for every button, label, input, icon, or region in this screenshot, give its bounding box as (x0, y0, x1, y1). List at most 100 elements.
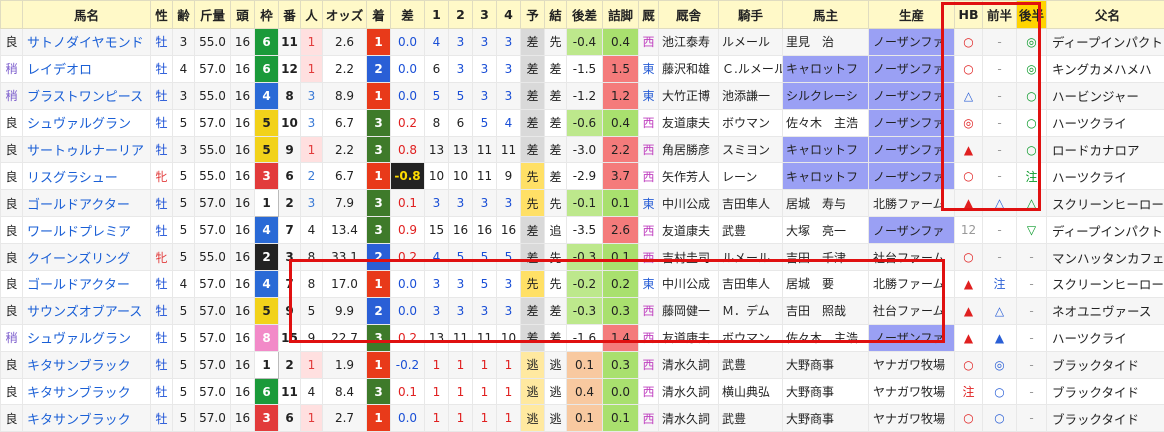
cell-late-diff: -3.5 (567, 217, 603, 244)
table-row[interactable]: 良ワールドプレミア牡557.01647413.430.915161616差追-3… (1, 217, 1164, 244)
cell-horse-name[interactable]: サトノダイヤモンド (23, 29, 151, 56)
table-row[interactable]: 稍ブラストワンピース牡355.0164838.910.05533差差-1.21.… (1, 82, 1164, 109)
cell-number: 7 (279, 271, 301, 298)
cell-horse-name[interactable]: キタサンブラック (23, 351, 151, 378)
cell-weight: 57.0 (195, 297, 231, 324)
cell-closing-speed: 0.3 (603, 297, 639, 324)
header-finish: 着 (367, 1, 391, 29)
cell-owner: 大野商事 (783, 405, 869, 432)
cell-weight: 55.0 (195, 244, 231, 271)
cell-age: 4 (173, 271, 195, 298)
cell-hb: ○ (955, 55, 983, 82)
header-corner-2: 2 (449, 1, 473, 29)
cell-second-half: - (1017, 324, 1047, 351)
cell-horse-name[interactable]: ワールドプレミア (23, 217, 151, 244)
cell-sire: ブラックタイド (1047, 405, 1164, 432)
cell-region: 西 (639, 244, 659, 271)
cell-late-diff: -0.3 (567, 297, 603, 324)
header-field-size: 頭 (231, 1, 255, 29)
cell-margin: 0.0 (391, 82, 425, 109)
cell-field-size: 16 (231, 82, 255, 109)
cell-result: 差 (545, 163, 567, 190)
cell-horse-name[interactable]: キタサンブラック (23, 378, 151, 405)
table-row[interactable]: 良ゴールドアクター牡557.0161237.930.13333先先-0.10.1… (1, 190, 1164, 217)
table-row[interactable]: 良キタサンブラック牡557.01661148.430.11111逃逃0.40.0… (1, 378, 1164, 405)
cell-corner-2: 10 (449, 163, 473, 190)
table-row[interactable]: 良サウンズオブアース牡557.0165959.920.03333差差-0.30.… (1, 297, 1164, 324)
cell-hb: ▲ (955, 297, 983, 324)
cell-horse-name[interactable]: シュヴァルグラン (23, 109, 151, 136)
cell-frame: 1 (255, 190, 279, 217)
cell-closing-speed: 0.1 (603, 244, 639, 271)
cell-result: 先 (545, 29, 567, 56)
cell-horse-name[interactable]: ブラストワンピース (23, 82, 151, 109)
cell-sex: 牡 (151, 29, 173, 56)
cell-late-diff: 0.1 (567, 351, 603, 378)
table-row[interactable]: 良サートゥルナーリア牡355.0165912.230.813131111差差-3… (1, 136, 1164, 163)
cell-jockey: レーン (719, 163, 783, 190)
cell-first-half: ○ (983, 378, 1017, 405)
cell-first-half: - (983, 163, 1017, 190)
cell-horse-name[interactable]: サートゥルナーリア (23, 136, 151, 163)
cell-horse-name[interactable]: ゴールドアクター (23, 271, 151, 298)
header-number: 番 (279, 1, 301, 29)
cell-sex: 牡 (151, 271, 173, 298)
cell-corner-2: 1 (449, 351, 473, 378)
cell-margin: 0.1 (391, 190, 425, 217)
cell-trainer: 藤沢和雄 (659, 55, 719, 82)
cell-first-half: ◎ (983, 351, 1017, 378)
cell-late-diff: -1.6 (567, 324, 603, 351)
table-row[interactable]: 良キタサンブラック牡557.0161211.91-0.21111逃逃0.10.3… (1, 351, 1164, 378)
cell-horse-name[interactable]: ゴールドアクター (23, 190, 151, 217)
cell-number: 8 (279, 82, 301, 109)
table-row[interactable]: 良クイーンズリング牝555.01623833.120.24555差先-0.30.… (1, 244, 1164, 271)
cell-jockey: ルメール (719, 244, 783, 271)
cell-second-half: ○ (1017, 82, 1047, 109)
cell-second-half: - (1017, 405, 1047, 432)
cell-weight: 57.0 (195, 405, 231, 432)
cell-owner: 佐々木 主浩 (783, 324, 869, 351)
table-row[interactable]: 稍シュヴァルグラン牡557.016815922.730.213111110差差-… (1, 324, 1164, 351)
cell-popularity: 1 (301, 405, 323, 432)
cell-trainer: 友道康夫 (659, 324, 719, 351)
table-row[interactable]: 良サトノダイヤモンド牡355.01661112.610.04333差先-0.40… (1, 29, 1164, 56)
cell-field-size: 16 (231, 244, 255, 271)
cell-age: 4 (173, 55, 195, 82)
cell-sex: 牡 (151, 190, 173, 217)
cell-corner-3: 3 (473, 29, 497, 56)
cell-breeder: 社台ファーム (869, 244, 955, 271)
table-row[interactable]: 良ゴールドアクター牡457.01647817.010.03353先先-0.20.… (1, 271, 1164, 298)
cell-horse-name[interactable]: キタサンブラック (23, 405, 151, 432)
cell-odds: 6.7 (323, 109, 367, 136)
table-row[interactable]: 良シュヴァルグラン牡557.01651036.730.28654差差-0.60.… (1, 109, 1164, 136)
cell-first-half: ▲ (983, 324, 1017, 351)
cell-prediction: 差 (521, 297, 545, 324)
cell-first-half: 注 (983, 271, 1017, 298)
cell-horse-name[interactable]: シュヴァルグラン (23, 324, 151, 351)
cell-trainer: 清水久詞 (659, 378, 719, 405)
cell-second-half: 注 (1017, 163, 1047, 190)
cell-corner-2: 5 (449, 244, 473, 271)
header-owner: 馬主 (783, 1, 869, 29)
cell-horse-name[interactable]: サウンズオブアース (23, 297, 151, 324)
cell-number: 11 (279, 378, 301, 405)
cell-horse-name[interactable]: クイーンズリング (23, 244, 151, 271)
cell-margin: 0.0 (391, 271, 425, 298)
cell-corner-2: 13 (449, 136, 473, 163)
cell-trainer: 矢作芳人 (659, 163, 719, 190)
cell-closing-speed: 1.4 (603, 324, 639, 351)
cell-horse-name[interactable]: リスグラシュー (23, 163, 151, 190)
header-breeder: 生産 (869, 1, 955, 29)
table-row[interactable]: 稍レイデオロ牡457.01661212.220.06333差差-1.51.5東藤… (1, 55, 1164, 82)
table-row[interactable]: 良キタサンブラック牡557.0163612.710.01111逃逃0.10.1西… (1, 405, 1164, 432)
cell-horse-name[interactable]: レイデオロ (23, 55, 151, 82)
cell-sire: ハーツクライ (1047, 109, 1164, 136)
cell-sire: ディープインパクト (1047, 217, 1164, 244)
table-row[interactable]: 良リスグラシュー牝555.0163626.71-0.81010119先差-2.9… (1, 163, 1164, 190)
cell-weight: 57.0 (195, 378, 231, 405)
cell-hb: ▲ (955, 324, 983, 351)
cell-weight: 57.0 (195, 271, 231, 298)
cell-frame: 4 (255, 82, 279, 109)
cell-frame: 5 (255, 136, 279, 163)
cell-closing-speed: 0.0 (603, 378, 639, 405)
